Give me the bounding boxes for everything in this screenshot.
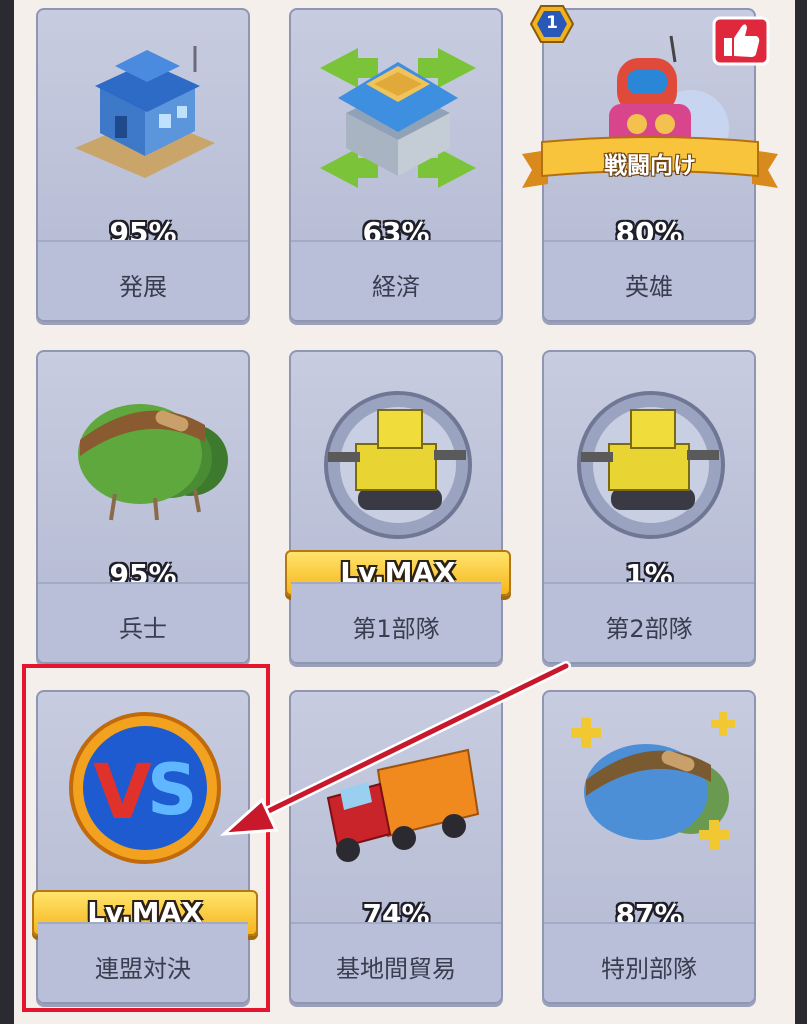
highlight-box	[22, 664, 270, 1012]
card-squad-1[interactable]: Lv.MAX 第1部隊	[285, 350, 511, 664]
tank-icon	[577, 391, 725, 539]
card-base-trade[interactable]: 74% 基地間貿易	[289, 690, 503, 1004]
thumbs-up-icon[interactable]	[710, 14, 772, 70]
truck-icon	[326, 748, 480, 862]
card-label: 第1部隊	[352, 615, 440, 643]
card-squad-2[interactable]: 1% 第2部隊	[542, 350, 756, 664]
notification-badge: 1	[529, 4, 575, 44]
ribbon-banner: 戦闘向け	[522, 134, 778, 188]
screen-frame-right	[795, 0, 807, 1024]
card-economy[interactable]: 63% 経済	[289, 8, 503, 322]
card-special-forces[interactable]: 87% 特別部隊	[542, 690, 756, 1004]
ribbon-text: 戦闘向け	[604, 153, 696, 179]
card-label: 経済	[372, 273, 420, 301]
card-soldiers[interactable]: 95% 兵士	[36, 350, 250, 664]
card-label: 英雄	[625, 273, 673, 301]
card-label: 第2部隊	[605, 615, 693, 643]
building-icon	[75, 46, 215, 178]
card-label: 基地間貿易	[336, 955, 456, 983]
card-hero[interactable]: 1 戦闘向け 80% 英雄	[522, 5, 778, 322]
card-label: 発展	[119, 273, 167, 301]
card-development[interactable]: 95% 発展	[36, 8, 250, 322]
special-helmet-icon	[571, 712, 735, 850]
card-label: 兵士	[119, 615, 167, 643]
tank-icon	[324, 391, 472, 539]
screen-frame-left	[0, 0, 14, 1024]
notification-count: 1	[546, 13, 558, 33]
soldier-helmet-icon	[78, 404, 228, 521]
economy-building-icon	[320, 48, 476, 188]
card-label: 特別部隊	[601, 955, 697, 983]
